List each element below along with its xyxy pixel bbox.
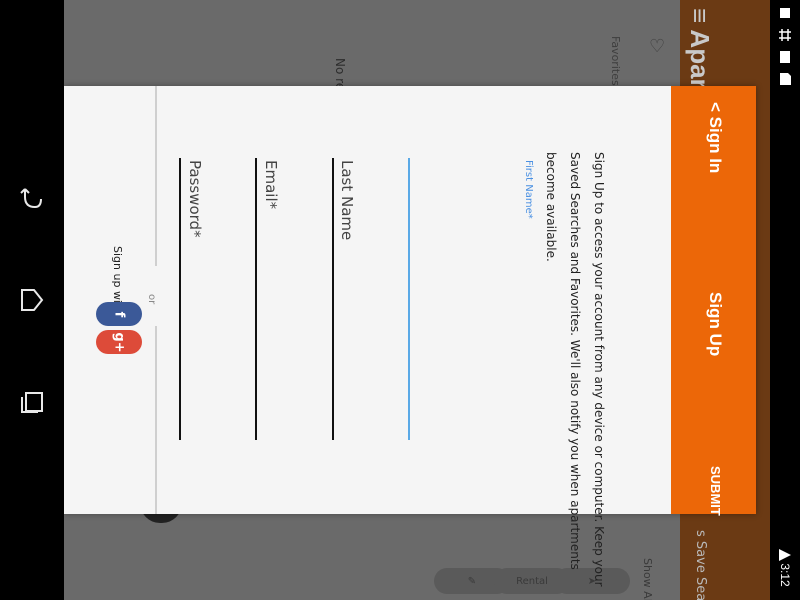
sd-card-icon (780, 73, 791, 85)
facebook-button[interactable]: f (96, 302, 142, 326)
first-name-input[interactable] (408, 158, 410, 440)
status-icons (772, 6, 798, 86)
google-plus-button[interactable]: g+ (96, 330, 142, 354)
recents-icon[interactable] (12, 382, 52, 422)
rental-pill-label: Rental (516, 575, 548, 587)
last-name-input[interactable] (332, 158, 334, 440)
sign-up-dialog: < Sign In Sign Up SUBMIT Sign Up to acce… (64, 86, 756, 587)
or-label: or (146, 294, 157, 305)
navigation-bar (0, 0, 64, 600)
device-screen: ≡ Apartme s Save Search ♡ Favorites No r… (0, 0, 800, 600)
divider-bottom (155, 326, 157, 514)
status-bar: 3:12 (770, 0, 800, 600)
last-name-label: Last Name (338, 160, 356, 241)
google-plus-icon: g+ (111, 331, 127, 353)
password-label: Password* (186, 160, 204, 238)
back-arrow-icon[interactable] (12, 178, 52, 218)
dialog-header: < Sign In Sign Up SUBMIT (671, 86, 756, 516)
battery-icon (780, 51, 790, 63)
email-input[interactable] (255, 158, 257, 440)
dialog-title: Sign Up (706, 292, 725, 357)
favorites-tab[interactable]: Favorites (609, 36, 622, 86)
show-all-link[interactable]: Show All (641, 558, 654, 600)
notification-icon (780, 8, 790, 18)
intro-text-line-1: Sign Up to access your account from any … (592, 152, 606, 587)
sign-in-back-button[interactable]: < Sign In (705, 102, 725, 173)
first-name-label: First Name* (523, 160, 534, 219)
intro-text-line-2: Saved Searches and Favorites. We'll also… (568, 152, 582, 570)
intro-text-line-3: become available. (544, 152, 558, 262)
hash-icon (779, 29, 791, 41)
save-search-link[interactable]: s Save Search (693, 530, 708, 600)
submit-button[interactable]: SUBMIT (708, 466, 723, 516)
facebook-icon: f (111, 311, 127, 317)
email-label: Email* (262, 160, 280, 210)
password-input[interactable] (179, 158, 181, 440)
divider-top (155, 86, 157, 266)
status-time: 3:12 (778, 563, 792, 587)
heart-icon[interactable]: ♡ (649, 36, 665, 57)
home-icon[interactable] (12, 280, 52, 320)
